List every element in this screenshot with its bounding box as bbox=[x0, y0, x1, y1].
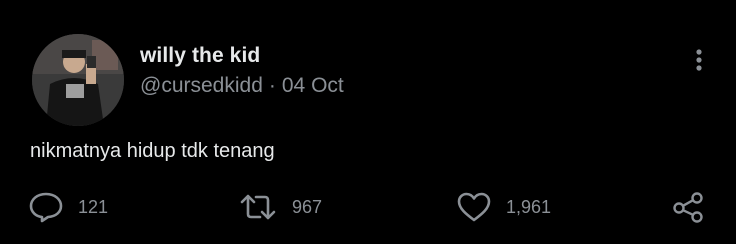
like-button[interactable]: 1,961 bbox=[456, 190, 551, 224]
tweet-card[interactable]: willy the kid @cursedkidd · 04 Oct nikmatn… bbox=[0, 0, 736, 244]
tweet-date[interactable]: 04 Oct bbox=[282, 74, 344, 97]
separator: · bbox=[268, 74, 276, 97]
handle-line: @cursedkidd · 04 Oct bbox=[140, 74, 344, 98]
retweet-button[interactable]: 967 bbox=[238, 190, 322, 224]
heart-icon bbox=[457, 192, 491, 222]
more-options-button[interactable] bbox=[688, 44, 710, 76]
reply-icon bbox=[29, 192, 63, 223]
avatar[interactable] bbox=[32, 34, 124, 126]
retweet-icon bbox=[240, 194, 276, 220]
reply-count: 121 bbox=[78, 196, 109, 217]
avatar-photo bbox=[32, 34, 124, 126]
reply-button[interactable]: 121 bbox=[28, 190, 108, 224]
display-name[interactable]: willy the kid bbox=[140, 44, 260, 68]
like-count: 1,961 bbox=[506, 196, 552, 217]
tweet-text: nikmatnya hidup tdk tenang bbox=[30, 140, 275, 162]
more-vertical-icon bbox=[696, 49, 702, 71]
share-button[interactable] bbox=[670, 190, 706, 224]
share-icon bbox=[673, 192, 703, 223]
user-handle[interactable]: @cursedkidd bbox=[140, 74, 263, 97]
retweet-count: 967 bbox=[292, 196, 323, 217]
